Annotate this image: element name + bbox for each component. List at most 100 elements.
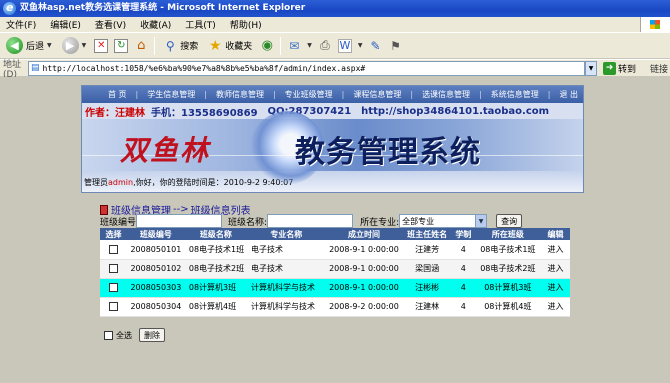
major-select-value: 全部专业 xyxy=(402,216,435,226)
address-url: http://localhost:1058/%e6%ba%90%e7%a8%8b… xyxy=(42,63,366,73)
chevron-down-icon[interactable]: ▼ xyxy=(358,42,363,49)
messenger-icon[interactable]: ⚑ xyxy=(389,39,403,53)
home-icon[interactable]: ⌂ xyxy=(134,38,148,53)
enter-link[interactable]: 进入 xyxy=(540,259,570,279)
media-icon[interactable]: ◉ xyxy=(260,38,274,53)
main-nav: 首 页 | 学生信息管理 | 教师信息管理 | 专业班级管理 | 课程信息管理 … xyxy=(82,86,583,103)
enter-link[interactable]: 进入 xyxy=(540,297,570,317)
menu-edit[interactable]: 编辑(E) xyxy=(50,18,81,31)
cell-class-no: 2008050101 xyxy=(126,240,185,260)
forward-button[interactable]: ▶ ▼ xyxy=(60,35,89,57)
cell-class-name: 08电子技术2班 xyxy=(184,259,247,279)
menu-view[interactable]: 查看(V) xyxy=(95,18,126,31)
nav-separator: | xyxy=(272,90,276,99)
cell-years: 4 xyxy=(451,278,475,298)
research-icon[interactable]: ✎ xyxy=(369,39,383,53)
nav-teacher[interactable]: 教师信息管理 xyxy=(216,89,264,100)
row-checkbox[interactable] xyxy=(108,302,118,311)
search-icon: ⚲ xyxy=(165,38,175,53)
browser-toolbar: ◀ 后退 ▼ ▶ ▼ ✕ ↻ ⌂ ⚲ 搜索 ★ 收藏夹 ◉ ✉ ▼ ⎙ W ▼ … xyxy=(0,32,670,58)
delete-button[interactable]: 删除 xyxy=(139,328,165,342)
nav-class[interactable]: 专业班级管理 xyxy=(285,89,333,100)
cell-class: 08计算机4班 xyxy=(474,297,541,317)
search-button[interactable]: ⚲ 搜索 xyxy=(161,35,200,57)
favorites-label: 收藏夹 xyxy=(225,42,253,52)
search-label: 搜索 xyxy=(180,42,199,52)
table-row: 2008050101 08电子技术1班 电子技术 2008-9-1 0:00:0… xyxy=(100,240,570,260)
refresh-icon[interactable]: ↻ xyxy=(114,38,129,53)
nav-course[interactable]: 课程信息管理 xyxy=(353,89,401,100)
table-row: 2008050303 08计算机3班 计算机科学与技术 2008-9-1 0:0… xyxy=(100,278,570,298)
stop-icon[interactable]: ✕ xyxy=(94,38,109,53)
row-checkbox[interactable] xyxy=(108,244,118,254)
col-founded: 成立时间 xyxy=(325,228,403,240)
chevron-down-icon[interactable]: ▼ xyxy=(585,60,597,76)
query-button[interactable]: 查询 xyxy=(496,214,523,228)
col-class-name: 班级名称 xyxy=(184,228,247,240)
author-name: 作者：汪建林 xyxy=(85,107,145,119)
author-phone: 手机：13558690869 xyxy=(151,107,258,119)
back-label: 后退 xyxy=(26,42,45,52)
cell-years: 4 xyxy=(451,259,475,279)
nav-logout[interactable]: 退 出 xyxy=(559,89,578,100)
chevron-down-icon[interactable]: ▼ xyxy=(82,42,87,49)
class-name-label: 班级名称: xyxy=(228,217,268,228)
ie-icon xyxy=(3,0,16,16)
windows-logo-icon xyxy=(640,17,670,32)
cell-class-no: 2008050303 xyxy=(126,278,185,298)
chevron-down-icon[interactable]: ▼ xyxy=(307,42,312,49)
major-select[interactable]: 全部专业 ▼ xyxy=(399,214,488,228)
row-checkbox[interactable] xyxy=(108,283,118,292)
welcome-line: 管理员 admin ,你好，你的登陆时间是：2010-9-2 9:40:07 xyxy=(82,171,583,192)
cell-teacher: 汪彬彬 xyxy=(402,278,452,298)
forward-arrow-icon: ▶ xyxy=(61,37,79,54)
cell-class-name: 08计算机4班 xyxy=(184,297,247,317)
class-no-input[interactable] xyxy=(136,214,223,228)
welcome-prefix: 管理员 xyxy=(84,177,108,187)
col-major: 专业名称 xyxy=(246,228,326,240)
cell-class-no: 2008050102 xyxy=(126,259,185,279)
table-footer: 全选 删除 xyxy=(104,328,165,342)
menu-tools[interactable]: 工具(T) xyxy=(185,18,216,31)
back-button[interactable]: ◀ 后退 ▼ xyxy=(4,35,54,57)
nav-separator: | xyxy=(479,90,482,99)
cell-teacher: 梁国涵 xyxy=(402,259,452,279)
nav-separator: | xyxy=(410,90,414,99)
cell-founded: 2008-9-1 0:00:00 xyxy=(325,259,403,279)
class-name-input[interactable] xyxy=(267,214,354,228)
nav-selection[interactable]: 选课信息管理 xyxy=(422,89,470,100)
author-line: 作者：汪建林 手机：13558690869 QQ:287307421 http:… xyxy=(82,103,583,119)
window-title-bar[interactable]: 双鱼林asp.net教务选课管理系统 - Microsoft Internet … xyxy=(0,0,670,17)
edit-icon[interactable]: W xyxy=(337,38,352,53)
back-arrow-icon: ◀ xyxy=(6,37,23,54)
enter-link[interactable]: 进入 xyxy=(540,278,570,298)
menu-file[interactable]: 文件(F) xyxy=(6,18,36,31)
go-arrow-icon: ➜ xyxy=(603,61,616,75)
nav-student[interactable]: 学生信息管理 xyxy=(147,89,195,100)
row-checkbox[interactable] xyxy=(108,264,118,273)
nav-system[interactable]: 系统信息管理 xyxy=(491,89,539,100)
page-content: 首 页 | 学生信息管理 | 教师信息管理 | 专业班级管理 | 课程信息管理 … xyxy=(0,77,670,383)
go-button[interactable]: ➜ 转到 xyxy=(603,61,637,75)
cell-founded: 2008-9-1 0:00:00 xyxy=(325,278,403,298)
mail-icon[interactable]: ✉ xyxy=(287,39,301,53)
col-edit: 编辑 xyxy=(540,228,570,240)
chevron-down-icon[interactable]: ▼ xyxy=(47,42,52,49)
print-icon[interactable]: ⎙ xyxy=(318,38,332,53)
nav-separator: | xyxy=(204,90,207,99)
select-all-checkbox[interactable] xyxy=(104,330,113,340)
class-table: 选择 班级编号 班级名称 专业名称 成立时间 班主任姓名 学制 所在班级 编辑 … xyxy=(100,228,570,317)
menu-favorites[interactable]: 收藏(A) xyxy=(140,18,171,31)
links-button[interactable]: 链接 xyxy=(650,62,668,75)
cell-class: 08计算机3班 xyxy=(474,278,541,298)
cell-major: 电子技术 xyxy=(246,240,326,260)
cell-class-name: 08电子技术1班 xyxy=(184,240,247,260)
cell-class-no: 2008050304 xyxy=(126,297,185,317)
address-input[interactable]: ▤ http://localhost:1058/%e6%ba%90%e7%a8%… xyxy=(28,60,585,76)
menu-help[interactable]: 帮助(H) xyxy=(230,18,262,31)
nav-separator: | xyxy=(341,90,345,99)
enter-link[interactable]: 进入 xyxy=(540,240,570,260)
favorites-button[interactable]: ★ 收藏夹 xyxy=(206,35,254,57)
nav-home[interactable]: 首 页 xyxy=(108,89,127,100)
go-label: 转到 xyxy=(618,64,637,75)
